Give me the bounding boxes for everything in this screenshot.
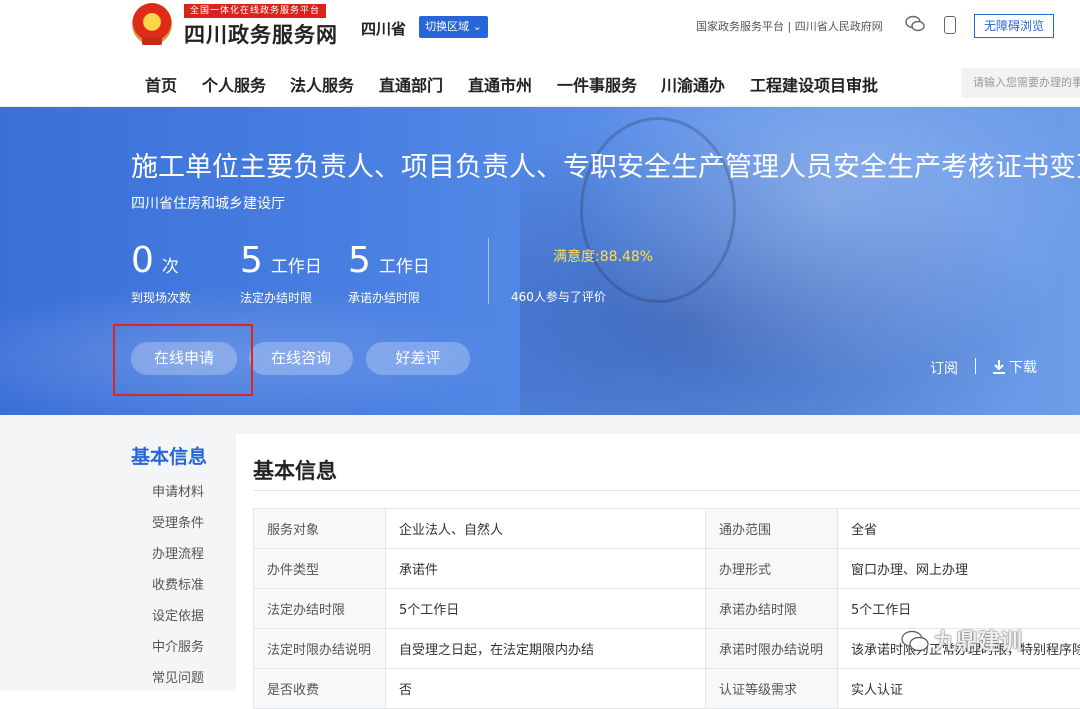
nav-one-thing-service[interactable]: 一件事服务 (557, 72, 637, 96)
online-consult-button[interactable]: 在线咨询 (249, 342, 353, 375)
table-row: 法定办结时限 5个工作日 承诺办结时限 5个工作日 (254, 589, 1080, 629)
rating-count: 460人参与了评价 (511, 288, 606, 305)
nav-personal-service[interactable]: 个人服务 (202, 72, 266, 96)
satisfaction-rate: 满意度:88.48% (553, 246, 653, 266)
watermark-text: 九鼎建训 (934, 630, 1022, 655)
table-cell-value: 5个工作日 (838, 589, 1080, 629)
rating-button[interactable]: 好差评 (366, 342, 470, 375)
stat-visits-num: 0 (131, 240, 154, 281)
table-cell-value: 承诺件 (386, 549, 706, 589)
table-cell-key: 法定办结时限 (254, 589, 386, 629)
service-department: 四川省住房和城乡建设厅 (131, 193, 285, 213)
table-row: 服务对象 企业法人、自然人 通办范围 全省 (254, 509, 1080, 549)
nav-legal-service[interactable]: 法人服务 (290, 72, 354, 96)
download-label: 下载 (1009, 360, 1037, 376)
current-province: 四川省 (361, 18, 406, 39)
table-cell-value: 自受理之日起，在法定期限内办结 (386, 629, 706, 669)
sidebar-item-materials[interactable]: 申请材料 (152, 481, 204, 500)
download-icon (993, 360, 1005, 374)
stat-promised-num: 5 (348, 240, 371, 281)
table-cell-value: 否 (386, 669, 706, 709)
stat-legal-label: 法定办结时限 (240, 289, 312, 306)
sidebar-item-process[interactable]: 办理流程 (152, 543, 204, 562)
download-link[interactable]: 下载 (993, 357, 1037, 377)
table-cell-value: 5个工作日 (386, 589, 706, 629)
top-header: 全国一体化在线政务服务平台 四川政务服务网 四川省 切换区域 ⌄ 国家政务服务平… (0, 0, 1080, 58)
sidebar-item-intermediary[interactable]: 中介服务 (152, 636, 204, 655)
sidebar-active-item[interactable]: 基本信息 (131, 442, 207, 469)
watermark: 九鼎建训 (900, 624, 1022, 656)
switch-region-button[interactable]: 切换区域 ⌄ (419, 16, 488, 38)
nav-home[interactable]: 首页 (145, 72, 177, 96)
service-title: 施工单位主要负责人、项目负责人、专职安全生产管理人员安全生产考核证书变更 (131, 145, 1080, 184)
panel-divider (253, 490, 1080, 491)
table-row: 是否收费 否 认证等级需求 实人认证 (254, 669, 1080, 709)
nav-departments[interactable]: 直通部门 (379, 72, 443, 96)
table-cell-key: 认证等级需求 (706, 669, 838, 709)
table-cell-key: 是否收费 (254, 669, 386, 709)
site-title[interactable]: 四川政务服务网 (184, 19, 338, 49)
table-cell-key: 服务对象 (254, 509, 386, 549)
table-cell-key: 承诺时限办结说明 (706, 629, 838, 669)
table-cell-value: 企业法人、自然人 (386, 509, 706, 549)
table-cell-key: 办理形式 (706, 549, 838, 589)
stat-visits-label: 到现场次数 (131, 289, 191, 306)
table-row: 办件类型 承诺件 办理形式 窗口办理、网上办理 (254, 549, 1080, 589)
subscribe-link[interactable]: 订阅 (930, 358, 958, 378)
sidebar-item-faq[interactable]: 常见问题 (152, 667, 204, 686)
stat-divider (488, 238, 489, 304)
basic-info-table: 服务对象 企业法人、自然人 通办范围 全省 办件类型 承诺件 办理形式 窗口办理… (253, 508, 1080, 709)
sidebar-item-conditions[interactable]: 受理条件 (152, 512, 204, 531)
stat-visits: 0次 (131, 240, 179, 281)
wechat-icon[interactable] (905, 15, 925, 33)
stat-promised-unit: 工作日 (379, 257, 430, 277)
nav-cities[interactable]: 直通市州 (468, 72, 532, 96)
national-emblem-logo (132, 3, 172, 45)
sidebar-item-fees[interactable]: 收费标准 (152, 574, 204, 593)
nav-chuanyu-service[interactable]: 川渝通办 (661, 72, 725, 96)
table-cell-value: 全省 (838, 509, 1080, 549)
stat-legal-num: 5 (240, 240, 263, 281)
annotation-highlight-box (113, 324, 253, 396)
stat-legal-limit: 5 工作日 (240, 240, 322, 281)
stat-legal-unit: 工作日 (271, 257, 322, 277)
main-nav: 首页 个人服务 法人服务 直通部门 直通市州 一件事服务 川渝通办 工程建设项目… (0, 58, 1080, 107)
table-cell-value: 窗口办理、网上办理 (838, 549, 1080, 589)
sidebar-item-basis[interactable]: 设定依据 (152, 605, 204, 624)
stat-promised-limit: 5 工作日 (348, 240, 430, 281)
wechat-watermark-icon (900, 630, 930, 652)
stat-promised-label: 承诺办结时限 (348, 289, 420, 306)
table-cell-value: 实人认证 (838, 669, 1080, 709)
platform-badge: 全国一体化在线政务服务平台 (184, 4, 326, 18)
search-input[interactable]: 请输入您需要办理的事项 (961, 68, 1080, 98)
nav-construction-approval[interactable]: 工程建设项目审批 (750, 72, 878, 96)
stat-visits-unit: 次 (162, 257, 179, 277)
mobile-icon[interactable] (944, 16, 956, 34)
panel-title: 基本信息 (253, 455, 337, 485)
top-links[interactable]: 国家政务服务平台 | 四川省人民政府网 (696, 18, 883, 34)
action-divider (975, 358, 976, 374)
table-cell-key: 承诺办结时限 (706, 589, 838, 629)
table-cell-key: 办件类型 (254, 549, 386, 589)
table-cell-key: 法定时限办结说明 (254, 629, 386, 669)
table-cell-key: 通办范围 (706, 509, 838, 549)
accessibility-button[interactable]: 无障碍浏览 (974, 14, 1054, 38)
